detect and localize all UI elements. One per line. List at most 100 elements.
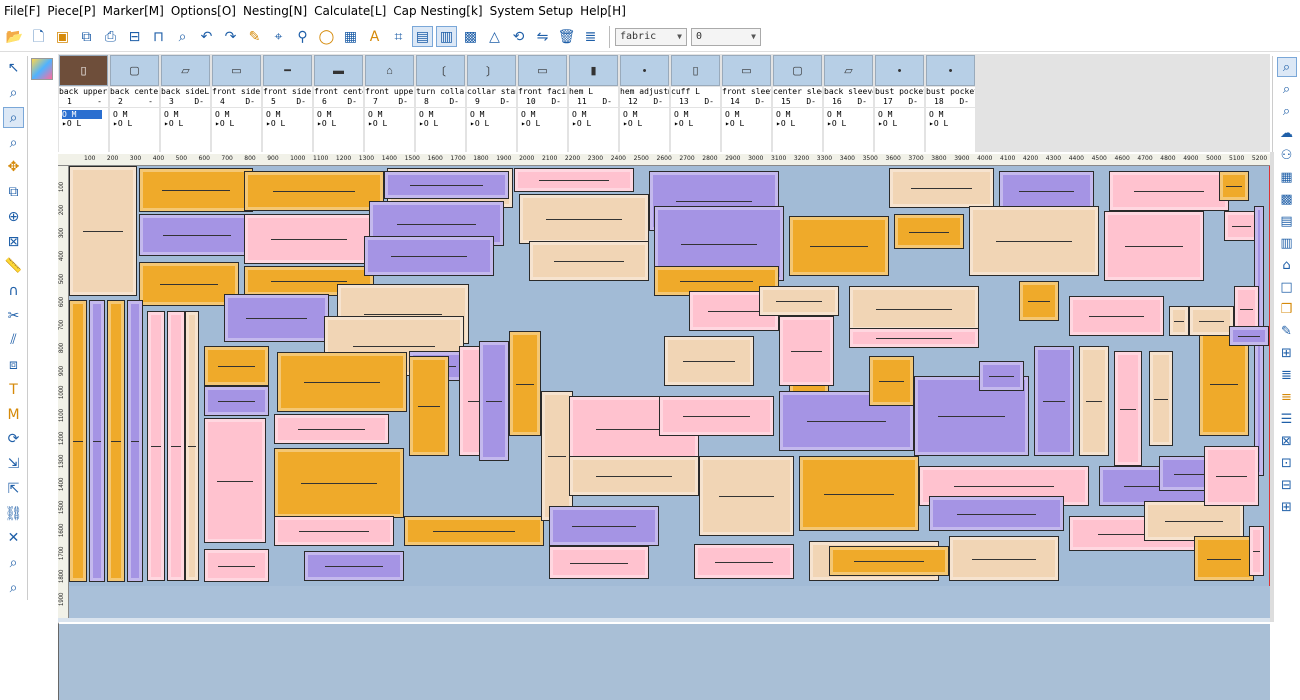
size-row[interactable]: O M: [113, 110, 159, 119]
pattern-piece[interactable]: [204, 386, 269, 416]
size-row[interactable]: ▸O L: [827, 119, 873, 128]
view-c-icon[interactable]: ▩: [460, 26, 481, 47]
piece-thumbnail[interactable]: ▯: [59, 55, 108, 86]
pattern-piece[interactable]: [479, 341, 509, 461]
pattern-piece[interactable]: [69, 300, 87, 582]
piece-thumbnail[interactable]: ▱: [161, 55, 210, 86]
pattern-piece[interactable]: [699, 456, 794, 536]
pattern-piece[interactable]: [849, 328, 979, 348]
size-row[interactable]: O M: [776, 110, 822, 119]
move-piece-icon[interactable]: ✥: [3, 157, 24, 178]
size-row[interactable]: O M: [419, 110, 465, 119]
pattern-piece[interactable]: [107, 300, 125, 582]
m-tool-icon[interactable]: M: [3, 404, 24, 425]
pattern-piece[interactable]: [829, 546, 949, 576]
size-row[interactable]: ▸O L: [266, 119, 312, 128]
tool-f-icon[interactable]: ⊞: [1277, 497, 1297, 517]
pattern-piece[interactable]: [779, 316, 834, 386]
size-row[interactable]: O M: [317, 110, 363, 119]
pattern-piece[interactable]: [1189, 306, 1234, 336]
pattern-piece[interactable]: [167, 311, 185, 581]
pattern-piece[interactable]: [244, 171, 384, 211]
redo-icon[interactable]: ↷: [220, 26, 241, 47]
pattern-piece[interactable]: [969, 206, 1099, 276]
size-row[interactable]: O M: [215, 110, 261, 119]
align-a-icon[interactable]: ⇲: [3, 454, 24, 475]
size-row[interactable]: ▸O L: [62, 119, 108, 128]
pattern-piece[interactable]: [274, 516, 394, 546]
cut-icon[interactable]: ✂: [3, 305, 24, 326]
pattern-piece[interactable]: [979, 361, 1024, 391]
bag-icon[interactable]: ⌂: [1277, 255, 1297, 275]
piece-thumbnail[interactable]: ▭: [212, 55, 261, 86]
piece-card[interactable]: ▭front sleeve14 D- O M▸O L: [721, 54, 772, 152]
size-row[interactable]: O M: [266, 110, 312, 119]
piece-thumbnail[interactable]: ▢: [773, 55, 822, 86]
curve-icon[interactable]: ∩: [3, 281, 24, 302]
piece-card[interactable]: ▬front center6 D- O M▸O L: [313, 54, 364, 152]
size-row[interactable]: ▸O L: [317, 119, 363, 128]
size-row[interactable]: O M: [725, 110, 771, 119]
tool-e-icon[interactable]: ⊟: [1277, 475, 1297, 495]
number-select[interactable]: 0 ▼: [691, 27, 761, 46]
size-row[interactable]: ▸O L: [725, 119, 771, 128]
print-icon[interactable]: ⊟: [124, 26, 145, 47]
pattern-piece[interactable]: [529, 241, 649, 281]
open-folder-icon[interactable]: 📂: [4, 26, 25, 47]
menu-item-5[interactable]: Calculate[L]: [314, 4, 386, 18]
pattern-piece[interactable]: [1079, 346, 1109, 456]
align-b-icon[interactable]: ⇱: [3, 478, 24, 499]
list-c-icon[interactable]: ☰: [1277, 409, 1297, 429]
size-row[interactable]: ▸O L: [572, 119, 618, 128]
pattern-piece[interactable]: [1104, 211, 1204, 281]
group-icon[interactable]: ⧉: [3, 182, 24, 203]
scrollbar[interactable]: [1270, 152, 1274, 622]
zoom-fit-icon[interactable]: ⌕: [3, 107, 24, 129]
size-row[interactable]: O M: [929, 110, 975, 119]
size-row[interactable]: O M: [623, 110, 669, 119]
menu-item-3[interactable]: Options[O]: [171, 4, 236, 18]
fabric-select[interactable]: fabric ▼: [615, 27, 687, 46]
label-icon[interactable]: ⌗: [388, 26, 409, 47]
piece-card[interactable]: ▭ front sideL 4 D- O M ▸O L: [211, 54, 262, 152]
zoom-area-icon[interactable]: ⌕: [3, 83, 24, 104]
piece-thumbnail[interactable]: ▢: [110, 55, 159, 86]
rotate-icon[interactable]: ⟲: [508, 26, 529, 47]
cross-icon[interactable]: ⊠: [3, 231, 24, 252]
pattern-piece[interactable]: [1144, 501, 1244, 541]
print-preview-icon[interactable]: ⎙: [100, 26, 121, 47]
piece-card[interactable]: •bust pocketL18 D- O M▸O L: [925, 54, 976, 152]
select-arrow-icon[interactable]: ↖: [3, 58, 24, 79]
size-row[interactable]: O M: [164, 110, 210, 119]
pattern-piece[interactable]: [274, 414, 389, 444]
link-icon[interactable]: ⛓: [3, 503, 24, 524]
piece-card[interactable]: • bust pocket 17 D- O M ▸O L: [874, 54, 925, 152]
piece-thumbnail[interactable]: ▬: [314, 55, 363, 86]
pattern-piece[interactable]: [89, 300, 105, 582]
split-view-icon[interactable]: ⊞: [1277, 343, 1297, 363]
size-row[interactable]: ▸O L: [776, 119, 822, 128]
size-row[interactable]: ▸O L: [623, 119, 669, 128]
pattern-piece[interactable]: [204, 418, 266, 543]
piece-card[interactable]: ⌂front upperL7 D- O M▸O L: [364, 54, 415, 152]
menu-item-7[interactable]: System Setup: [490, 4, 574, 18]
unplaced-pieces-area[interactable]: [58, 622, 1270, 700]
piece-card[interactable]: ▢back centerL2-O M▸O L: [109, 54, 160, 152]
pattern-piece[interactable]: [659, 396, 774, 436]
pattern-piece[interactable]: [1229, 326, 1269, 346]
people-icon[interactable]: ⚇: [1277, 145, 1297, 165]
size-row[interactable]: O M: [827, 110, 873, 119]
color-palette-button[interactable]: [31, 58, 53, 80]
piece-card[interactable]: ▯ cuff L 13 D- O M ▸O L: [670, 54, 721, 152]
ruler-icon[interactable]: 📏: [3, 256, 24, 277]
menu-item-4[interactable]: Nesting[N]: [243, 4, 307, 18]
size-row[interactable]: ▸O L: [113, 119, 159, 128]
piece-card[interactable]: ▱ back sideL 3 D- O M ▸O L: [160, 54, 211, 152]
piece-thumbnail[interactable]: •: [620, 55, 669, 86]
piece-card[interactable]: ▮ hem L 11 D- O M ▸O L: [568, 54, 619, 152]
flip-icon[interactable]: ⇋: [532, 26, 553, 47]
pattern-piece[interactable]: [894, 214, 964, 249]
pattern-piece[interactable]: [1169, 306, 1189, 336]
pattern-piece[interactable]: [569, 456, 699, 496]
cloud-icon[interactable]: ☁: [1277, 123, 1297, 143]
